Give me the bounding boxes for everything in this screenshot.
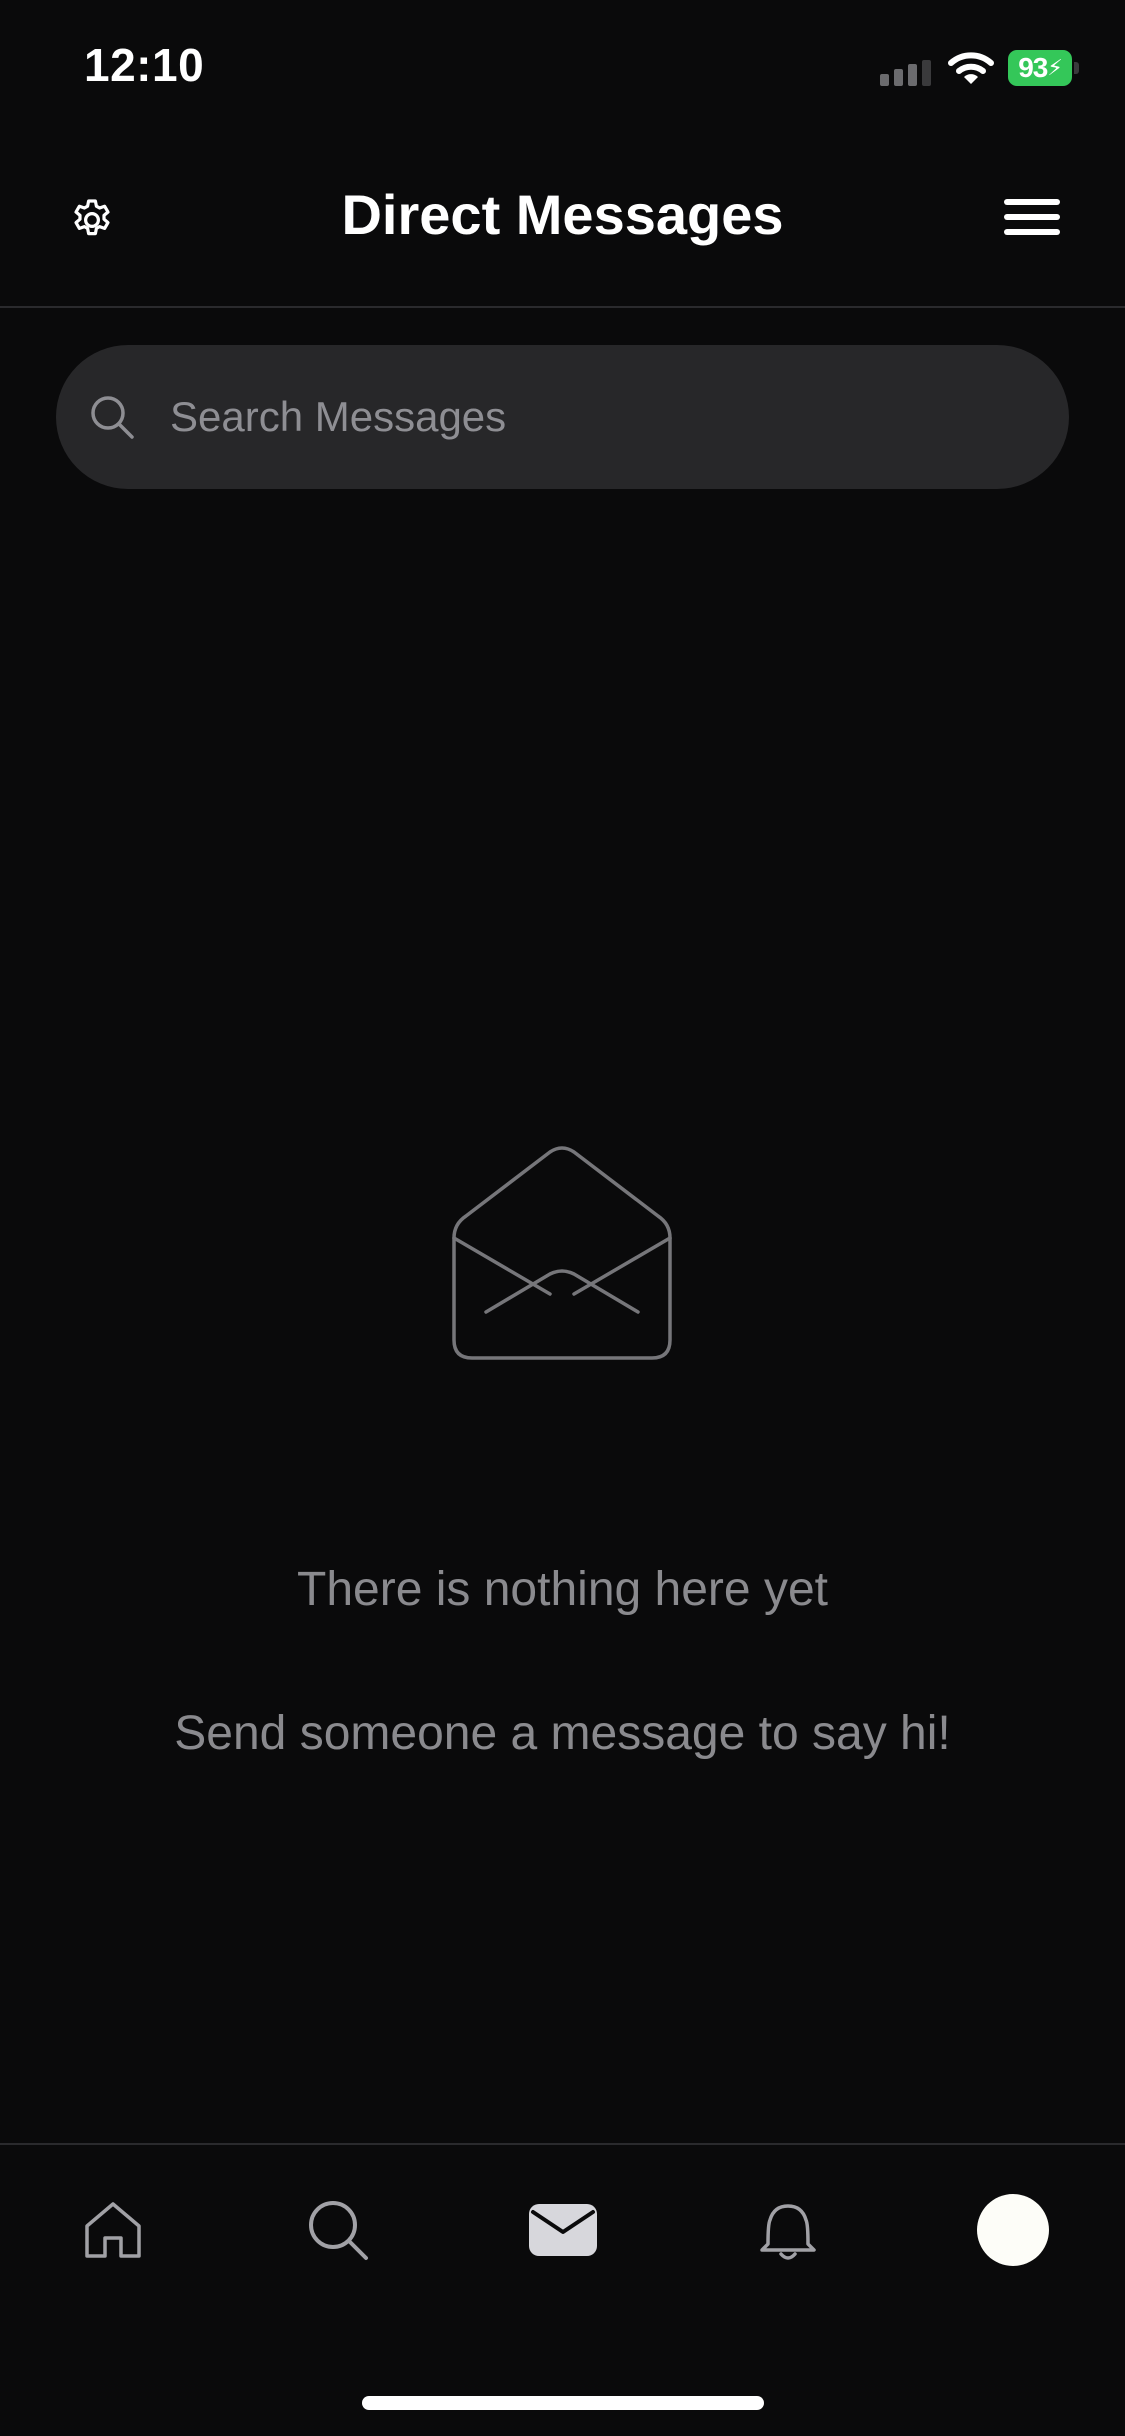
search-bar[interactable] — [56, 345, 1069, 489]
battery-indicator: 93 ⚡ — [1008, 50, 1079, 86]
wifi-icon — [948, 52, 994, 84]
empty-state-title: There is nothing here yet — [297, 1563, 828, 1616]
search-input[interactable] — [170, 345, 1030, 489]
tab-home[interactable] — [58, 2175, 168, 2285]
bell-icon — [760, 2204, 816, 2260]
search-icon — [91, 396, 134, 439]
direct-messages-screen: 12:10 93 ⚡ Direct Messages Search Messag… — [0, 0, 1125, 2436]
tab-profile[interactable] — [958, 2175, 1068, 2285]
tab-search[interactable] — [283, 2175, 393, 2285]
page-title: Direct Messages — [341, 183, 784, 246]
menu-button[interactable] — [1004, 196, 1060, 244]
envelope-icon — [529, 2204, 597, 2256]
empty-state-subtitle: Send someone a message to say hi! — [174, 1707, 951, 1760]
battery-percent: 93 — [1018, 52, 1048, 83]
header: Direct Messages — [0, 130, 1125, 308]
tab-bar — [0, 2143, 1125, 2436]
status-bar: 12:10 93 ⚡ — [0, 0, 1125, 130]
tab-notifications[interactable] — [733, 2175, 843, 2285]
battery-cap — [1074, 62, 1079, 74]
status-time: 12:10 — [84, 39, 205, 91]
tab-messages[interactable] — [508, 2175, 618, 2285]
home-icon — [85, 2202, 141, 2258]
battery-level: 93 ⚡ — [1008, 50, 1072, 86]
hamburger-menu-icon — [1004, 199, 1060, 235]
search-icon — [309, 2201, 368, 2260]
home-indicator — [362, 2396, 764, 2410]
envelope-open-icon — [452, 1146, 672, 1360]
cellular-signal-icon — [880, 60, 931, 86]
avatar — [977, 2194, 1049, 2266]
